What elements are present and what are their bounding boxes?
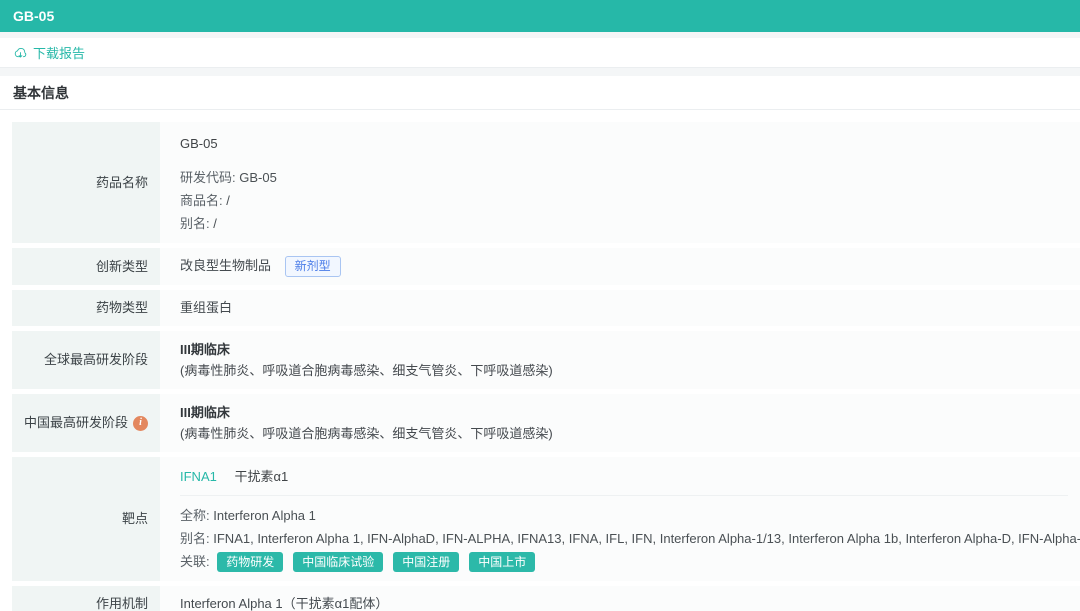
relation-tag[interactable]: 中国临床试验 [293,552,384,572]
relation-tag[interactable]: 中国上市 [469,552,536,572]
cloud-download-icon [13,45,28,60]
target-relation-line: 关联: 药物研发 中国临床试验 中国注册 中国上市 [180,550,1068,573]
target-gene-line: IFNA1 干扰素α1 [180,467,1068,487]
drug-name-value: GB-05 [180,136,218,151]
basic-info-table: 药品名称 GB-05 研发代码: GB-05 商品名: / 别名: / 创新类型… [12,122,1080,611]
dev-code-label: 研发代码: [180,170,236,185]
dev-code-line: 研发代码: GB-05 [180,166,1068,189]
table-row-innovation-type: 创新类型 改良型生物制品 新剂型 [12,248,1080,285]
innovation-type-label: 创新类型 [95,258,148,274]
table-row-target: 靶点 IFNA1 干扰素α1 全称: Interferon Alpha 1 别名… [12,457,1080,581]
trade-name-value: / [226,193,230,208]
table-row-mechanism: 作用机制 Interferon Alpha 1（干扰素α1配体） [12,586,1080,611]
row-label: 作用机制 [12,586,160,611]
row-label: 创新类型 [12,248,160,285]
target-gene-link[interactable]: IFNA1 [180,469,217,484]
mechanism-label: 作用机制 [95,596,148,611]
row-value: 改良型生物制品 新剂型 [160,248,1080,285]
toolbar: 下载报告 [0,38,1080,68]
global-stage-value: III期临床 [180,342,230,357]
target-fullname-value: Interferon Alpha 1 [213,508,316,523]
download-report-link[interactable]: 下载报告 [13,43,85,62]
mechanism-value: Interferon Alpha 1（干扰素α1配体） [180,596,389,611]
china-stage-value: III期临床 [180,405,230,420]
section-title: 基本信息 [13,85,69,101]
trade-name-label: 商品名: [180,193,223,208]
target-fullname-line: 全称: Interferon Alpha 1 [180,504,1068,527]
relation-tag[interactable]: 药物研发 [217,552,284,572]
row-label: 全球最高研发阶段 [12,331,160,389]
target-gene-cn: 干扰素α1 [234,469,289,484]
drug-type-value: 重组蛋白 [180,300,233,315]
row-label: 药物类型 [12,290,160,326]
relation-tag[interactable]: 中国注册 [393,552,460,572]
drug-name-label: 药品名称 [95,174,148,190]
row-label: 中国最高研发阶段 i [12,394,160,452]
table-row-global-stage: 全球最高研发阶段 III期临床 (病毒性肺炎、呼吸道合胞病毒感染、细支气管炎、下… [12,331,1080,389]
china-stage-indications: (病毒性肺炎、呼吸道合胞病毒感染、细支气管炎、下呼吸道感染) [180,426,553,441]
relation-tags: 药物研发 中国临床试验 中国注册 中国上市 [217,552,545,572]
alias-line: 别名: / [180,212,1068,235]
alias-value: / [213,216,217,231]
target-label: 靶点 [121,511,148,526]
table-row-drug-type: 药物类型 重组蛋白 [12,290,1080,326]
section-header: 基本信息 [0,76,1080,110]
target-relation-label: 关联: [180,554,210,569]
row-value: III期临床 (病毒性肺炎、呼吸道合胞病毒感染、细支气管炎、下呼吸道感染) [160,394,1080,452]
row-value: III期临床 (病毒性肺炎、呼吸道合胞病毒感染、细支气管炎、下呼吸道感染) [160,331,1080,389]
trade-name-line: 商品名: / [180,189,1068,212]
row-value: Interferon Alpha 1（干扰素α1配体） [160,586,1080,611]
global-stage-label: 全球最高研发阶段 [43,352,148,367]
divider [180,495,1068,496]
row-value: IFNA1 干扰素α1 全称: Interferon Alpha 1 别名: I… [160,457,1080,581]
target-alias-line: 别名: IFNA1, Interferon Alpha 1, IFN-Alpha… [180,527,1080,550]
info-icon[interactable]: i [133,415,148,431]
drug-detail-page: GB-05 下载报告 基本信息 药品名称 GB-05 研发代码: GB-05 商… [0,0,1080,611]
target-alias-value: IFNA1, Interferon Alpha 1, IFN-AlphaD, I… [213,531,1080,546]
drug-type-label: 药物类型 [95,300,148,315]
dev-code-value: GB-05 [239,170,277,185]
alias-label: 别名: [180,216,210,231]
drug-title-bar: GB-05 [0,0,1080,32]
target-alias-label: 别名: [180,531,210,546]
download-report-label: 下载报告 [33,46,86,61]
target-fullname-label: 全称: [180,508,210,523]
row-value: GB-05 研发代码: GB-05 商品名: / 别名: / [160,122,1080,243]
page-title: GB-05 [13,8,55,24]
row-value: 重组蛋白 [160,290,1080,326]
row-label: 靶点 [12,457,160,581]
global-stage-indications: (病毒性肺炎、呼吸道合胞病毒感染、细支气管炎、下呼吸道感染) [180,363,553,378]
table-row-drug-name: 药品名称 GB-05 研发代码: GB-05 商品名: / 别名: / [12,122,1080,243]
china-stage-label: 中国最高研发阶段 [23,415,128,430]
row-label: 药品名称 [12,122,160,243]
divider-strip [0,68,1080,76]
new-formulation-tag[interactable]: 新剂型 [284,256,341,277]
table-row-china-stage: 中国最高研发阶段 i III期临床 (病毒性肺炎、呼吸道合胞病毒感染、细支气管炎… [12,394,1080,452]
innovation-type-value: 改良型生物制品 [180,258,272,273]
